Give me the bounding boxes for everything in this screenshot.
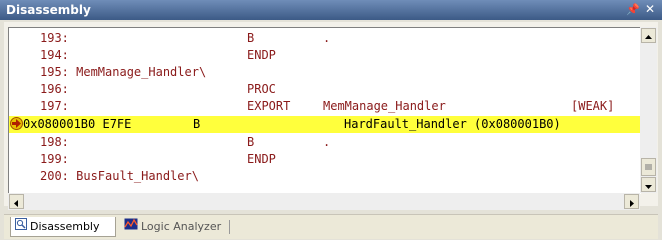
source-line: 199: ENDP bbox=[9, 151, 641, 168]
scroll-left-button[interactable] bbox=[9, 194, 24, 209]
instruction-address: 0x080001B0 E7FE bbox=[23, 117, 132, 131]
line-number: 195: MemManage_Handler\ bbox=[40, 65, 207, 79]
source-line: 198: B . bbox=[9, 134, 641, 151]
line-number: 199: bbox=[40, 152, 69, 166]
pin-icon[interactable]: 📌 bbox=[626, 3, 640, 16]
tab-strip: Disassembly Logic Analyzer bbox=[4, 214, 658, 239]
line-number: 194: bbox=[40, 48, 69, 62]
tab-label: Disassembly bbox=[30, 220, 100, 233]
line-op: PROC bbox=[247, 82, 276, 96]
line-op: EXPORT bbox=[247, 99, 291, 113]
window-title: Disassembly bbox=[6, 3, 91, 17]
line-number: 193: bbox=[40, 31, 69, 45]
vertical-scroll-thumb[interactable] bbox=[641, 158, 656, 176]
source-line: 200: BusFault_Handler\ bbox=[9, 168, 641, 185]
horizontal-scrollbar[interactable] bbox=[8, 193, 640, 210]
disassembly-window: Disassembly 📌 ✕ 193: B . 194: ENDP 195: … bbox=[0, 0, 662, 240]
tab-logic-analyzer[interactable]: Logic Analyzer bbox=[120, 217, 230, 237]
source-line: 195: MemManage_Handler\ bbox=[9, 64, 641, 81]
source-line: 197: EXPORT MemManage_Handler [WEAK] bbox=[9, 98, 641, 115]
disassembly-icon bbox=[15, 217, 27, 237]
line-number: 200: BusFault_Handler\ bbox=[40, 169, 199, 183]
current-instruction-line[interactable]: 0x080001B0 E7FE B HardFault_Handler (0x0… bbox=[9, 116, 641, 133]
line-op: ENDP bbox=[247, 48, 276, 62]
scroll-right-button[interactable] bbox=[624, 194, 639, 209]
line-number: 198: bbox=[40, 135, 69, 149]
close-icon[interactable]: ✕ bbox=[645, 2, 655, 16]
arrow-right-icon bbox=[630, 200, 634, 207]
arrow-left-icon bbox=[14, 200, 18, 207]
line-op: B bbox=[247, 31, 255, 45]
tab-disassembly[interactable]: Disassembly bbox=[10, 217, 116, 237]
instruction-arg: HardFault_Handler (0x080001B0) bbox=[344, 117, 561, 131]
logic-analyzer-icon bbox=[124, 217, 138, 237]
instruction-op: B bbox=[193, 117, 201, 131]
scroll-up-button[interactable] bbox=[641, 28, 656, 43]
source-line: 196: PROC bbox=[9, 81, 641, 98]
scroll-down-button[interactable] bbox=[641, 177, 656, 192]
line-arg: . bbox=[323, 31, 331, 45]
line-number: 197: bbox=[40, 99, 69, 113]
source-line: 194: ENDP bbox=[9, 47, 641, 64]
line-op: ENDP bbox=[247, 152, 276, 166]
title-bar: Disassembly 📌 ✕ bbox=[0, 0, 662, 20]
line-arg: . bbox=[323, 135, 331, 149]
line-op: B bbox=[247, 135, 255, 149]
disassembly-view[interactable]: 193: B . 194: ENDP 195: MemManage_Handle… bbox=[8, 27, 641, 194]
line-attribute: [WEAK] bbox=[571, 99, 615, 113]
arrow-up-icon bbox=[645, 35, 652, 39]
tab-label: Logic Analyzer bbox=[141, 220, 222, 233]
arrow-down-icon bbox=[645, 185, 652, 189]
execution-pointer-icon bbox=[10, 117, 23, 130]
grip-icon bbox=[645, 164, 652, 170]
tab-divider bbox=[229, 220, 230, 234]
line-number: 196: bbox=[40, 82, 69, 96]
source-line: 193: B . bbox=[9, 30, 641, 47]
line-arg: MemManage_Handler bbox=[323, 99, 446, 113]
